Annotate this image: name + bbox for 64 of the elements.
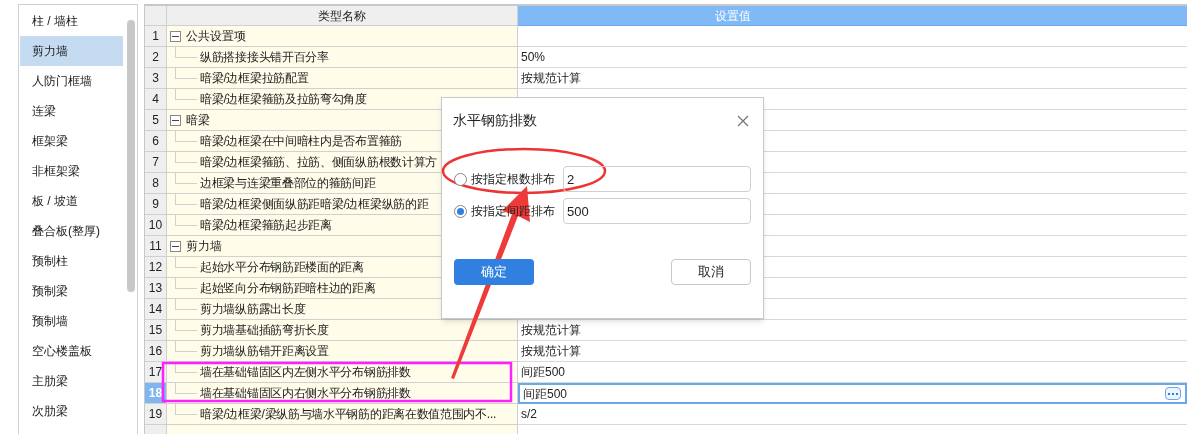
setting-name: 剪力墙纵筋错开距离设置 [200,343,329,360]
close-icon[interactable] [737,114,749,127]
row-number: 1 [145,26,167,47]
row-number: 5 [145,110,167,131]
row-number: 13 [145,278,167,299]
setting-name: 起始竖向分布钢筋距暗柱边的距离 [200,280,376,297]
setting-name: 暗梁/边框梁在中间暗柱内是否布置箍筋 [200,133,402,150]
row-number: 6 [145,131,167,152]
setting-value: 按规范计算 [521,322,581,339]
row-number: 16 [145,341,167,362]
row-number: 10 [145,215,167,236]
dots-icon [1168,392,1178,395]
input-field[interactable]: 2 [563,166,751,192]
option-label[interactable]: 按指定根数排布 [471,170,563,188]
setting-value: 间距500 [521,364,566,381]
cancel-button[interactable]: 取消 [671,259,751,285]
minus-icon [172,119,179,121]
setting-value: 50% [521,49,546,66]
scrollbar-thumb[interactable] [127,20,135,292]
column-header: 设置值 [518,6,1187,26]
sidebar-item[interactable]: 剪力墙 [20,36,123,66]
row-number: 11 [145,236,167,257]
row-number: 9 [145,194,167,215]
setting-name: 纵筋搭接接头错开百分率 [200,49,329,66]
row-number: 17 [145,362,167,383]
row-number: 7 [145,152,167,173]
setting-name: 暗梁/边框梁箍筋、拉筋、侧面纵筋根数计算方 [200,154,438,171]
collapse-toggle[interactable] [170,240,181,252]
setting-name: 边框梁与连梁重叠部位的箍筋间距 [200,175,376,192]
setting-name: 剪力墙纵筋露出长度 [200,301,306,318]
group-name: 剪力墙 [186,238,222,255]
dialog-title: 水平钢筋排数 [453,111,537,130]
row-number: 4 [145,89,167,110]
minus-icon [172,35,179,37]
setting-name: 墙在基础锚固区内左侧水平分布钢筋排数 [200,364,411,381]
group-name: 暗梁 [186,112,210,129]
setting-name: 暗梁/边框梁箍筋及拉筋弯勾角度 [200,91,367,108]
setting-name: 剪力墙基础插筋弯折长度 [200,322,329,339]
setting-value: s/2 [521,406,537,423]
setting-name: 暗梁/边框梁箍筋起步距离 [200,217,332,234]
setting-value: 按规范计算 [521,343,581,360]
confirm-button[interactable]: 确定 [454,259,534,285]
collapse-toggle[interactable] [170,114,181,126]
setting-name: 暗梁/边框梁/梁纵筋与墙水平钢筋的距离在数值范围内不... [200,406,496,423]
column-header: 类型名称 [167,6,518,26]
setting-name: 暗梁/边框梁侧面纵筋距暗梁/边框梁纵筋的距 [200,196,429,213]
input-field[interactable]: 500 [563,198,751,224]
row-number: 3 [145,68,167,89]
minus-icon [172,245,179,247]
row-number: 19 [145,404,167,425]
ellipsis-button[interactable] [1165,387,1181,400]
row-number: 12 [145,257,167,278]
row-number: 14 [145,299,167,320]
setting-name: 起始水平分布钢筋距楼面的距离 [200,259,364,276]
row-number: 8 [145,173,167,194]
row-number: 2 [145,47,167,68]
group-name: 公共设置项 [186,28,246,45]
row-number: 18 [145,383,167,404]
setting-name: 墙在基础锚固区内右侧水平分布钢筋排数 [200,385,411,402]
setting-name: 暗梁/边框梁拉筋配置 [200,70,309,87]
setting-value: 按规范计算 [521,70,581,87]
setting-value[interactable]: 间距500 [523,384,568,403]
row-number: 15 [145,320,167,341]
collapse-toggle[interactable] [170,30,181,42]
